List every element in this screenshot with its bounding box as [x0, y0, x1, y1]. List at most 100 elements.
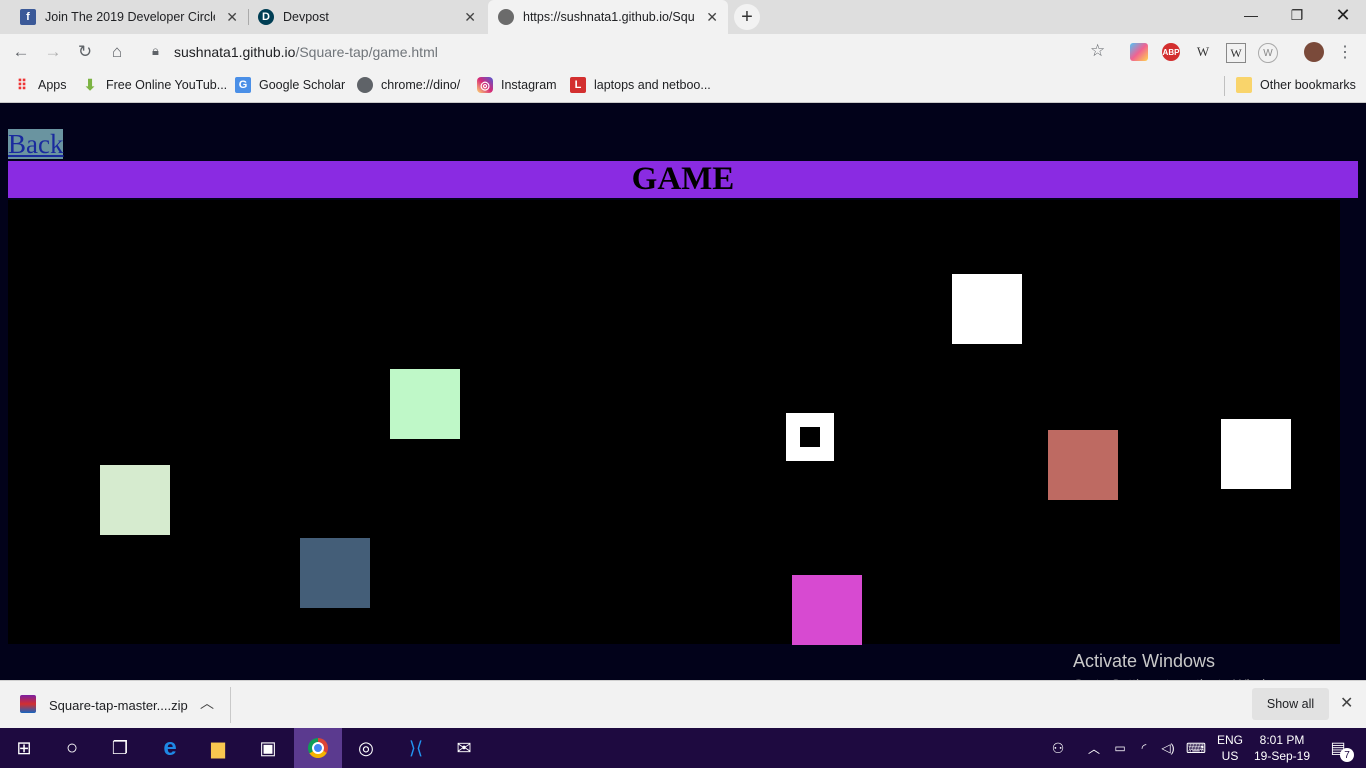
bookmark-label: Other bookmarks	[1260, 78, 1356, 92]
game-square[interactable]	[100, 465, 170, 535]
word-icon[interactable]: W	[1226, 43, 1246, 63]
bookmark-google-scholar[interactable]: G Google Scholar	[235, 76, 345, 94]
game-square[interactable]	[952, 274, 1022, 344]
globe-icon	[357, 77, 373, 93]
avatar[interactable]	[1304, 42, 1324, 62]
bookmark-label: Free Online YouTub...	[106, 78, 228, 92]
bookmark-label: Apps	[38, 78, 67, 92]
instagram-icon: ◎	[477, 77, 493, 93]
close-tab-icon[interactable]: ✕	[706, 9, 718, 26]
groove-music-icon[interactable]: ◎	[342, 728, 390, 768]
bookmark-label: Google Scholar	[259, 78, 346, 92]
facebook-icon: f	[20, 9, 36, 25]
windows-taskbar: ⊞ ○ ❐ e ▆ ▣ ◎ ⟩⟨ ✉ ⚇ ︿ ▭ ◜ ◁) ⌨ ENG US 8…	[0, 728, 1366, 768]
bookmark-label: Instagram	[501, 78, 557, 92]
home-icon[interactable]: ⌂	[104, 39, 130, 65]
url-host: sushnata1.github.io	[174, 44, 296, 60]
bookmark-youtube-dl[interactable]: ⬇ Free Online YouTub...	[82, 76, 227, 94]
game-square[interactable]	[300, 538, 370, 608]
download-filename[interactable]: Square-tap-master....zip	[49, 698, 188, 713]
lang-code: ENG	[1216, 733, 1243, 747]
close-tab-icon[interactable]: ✕	[464, 9, 476, 26]
tab-facebook[interactable]: f Join The 2019 Developer Circles C ✕	[12, 0, 248, 34]
forward-arrow-icon[interactable]: →	[40, 39, 66, 65]
volume-icon[interactable]: ◁)	[1156, 728, 1180, 768]
menu-kebab-icon[interactable]: ⋮	[1332, 39, 1358, 65]
minimize-icon[interactable]: —	[1228, 0, 1274, 30]
language-indicator[interactable]: ENG US	[1214, 732, 1246, 764]
chevron-up-icon[interactable]: ︿	[200, 693, 214, 713]
show-all-button[interactable]: Show all	[1252, 688, 1329, 720]
game-square[interactable]	[1048, 430, 1118, 500]
task-view-icon[interactable]: ❐	[96, 728, 144, 768]
activate-windows-title: Activate Windows	[1073, 651, 1216, 671]
wifi-icon[interactable]: ◜	[1132, 728, 1156, 768]
game-header: GAME	[8, 161, 1358, 198]
scholar-icon: G	[235, 77, 251, 93]
region-code: US	[1221, 749, 1239, 763]
player-core	[800, 427, 820, 447]
tab-active-game[interactable]: https://sushnata1.github.io/Squa ✕	[488, 0, 728, 34]
folder-icon	[1236, 77, 1252, 93]
edge-icon[interactable]: e	[146, 728, 194, 768]
clock-time: 8:01 PM	[1259, 733, 1305, 747]
bookmark-dino[interactable]: chrome://dino/	[357, 76, 460, 94]
adblock-plus-icon[interactable]: ABP	[1162, 43, 1180, 61]
bookmark-label: laptops and netboo...	[594, 78, 711, 92]
windows-start-icon[interactable]: ⊞	[0, 728, 48, 768]
bookmark-other[interactable]: Other bookmarks	[1236, 76, 1356, 94]
bookmark-instagram[interactable]: ◎ Instagram	[477, 76, 557, 94]
game-square[interactable]	[792, 575, 862, 645]
game-canvas[interactable]	[8, 200, 1340, 645]
back-link[interactable]: Back	[8, 129, 64, 159]
people-icon[interactable]: ⚇	[1040, 728, 1076, 768]
address-bar[interactable]: 🔒︎ sushnata1.github.io/Square-tap/game.h…	[140, 38, 1120, 66]
vscode-icon[interactable]: ⟩⟨	[392, 728, 440, 768]
abp-label: ABP	[1162, 47, 1180, 57]
store-icon[interactable]: ▣	[244, 728, 292, 768]
apps-grid-icon: ⠿	[16, 76, 28, 93]
new-tab-button[interactable]: +	[734, 4, 760, 30]
bookmark-apps[interactable]: ⠿ Apps	[14, 76, 67, 94]
file-explorer-icon[interactable]: ▆	[194, 728, 242, 768]
keyboard-icon[interactable]: ⌨	[1182, 728, 1210, 768]
game-square[interactable]	[1221, 419, 1291, 489]
bookmark-label: chrome://dino/	[381, 78, 461, 92]
reload-icon[interactable]: ↻	[72, 39, 98, 65]
archive-icon	[20, 695, 36, 713]
browser-toolbar: ← → ↻ ⌂ 🔒︎ sushnata1.github.io/Square-ta…	[0, 34, 1366, 70]
close-download-bar-icon[interactable]: ✕	[1340, 693, 1353, 713]
action-center-icon[interactable]: ▤ 7	[1318, 728, 1358, 768]
wikipedia-icon[interactable]: W	[1194, 43, 1212, 61]
search-icon[interactable]: ○	[48, 728, 96, 768]
chrome-icon[interactable]	[294, 728, 342, 768]
tab-title: Join The 2019 Developer Circles C	[45, 10, 215, 24]
bookmark-divider	[1224, 76, 1225, 96]
game-square[interactable]	[390, 369, 460, 439]
bookmarks-bar: ⠿ Apps ⬇ Free Online YouTub... G Google …	[0, 70, 1366, 103]
clock[interactable]: 8:01 PM 19-Sep-19	[1250, 732, 1314, 764]
restore-icon[interactable]: ❐	[1274, 0, 1320, 30]
bookmark-laptops[interactable]: L laptops and netboo...	[570, 76, 711, 94]
w-label: W	[1196, 44, 1210, 59]
url-path: /Square-tap/game.html	[295, 44, 438, 60]
wordpress-icon[interactable]: W	[1258, 43, 1278, 63]
game-title: GAME	[631, 161, 735, 197]
tab-strip: f Join The 2019 Developer Circles C ✕ D …	[0, 0, 1366, 34]
notification-count: 7	[1340, 748, 1354, 762]
close-tab-icon[interactable]: ✕	[226, 9, 238, 26]
lock-icon: 🔒︎	[152, 43, 159, 58]
tab-devpost[interactable]: D Devpost ✕	[250, 0, 486, 34]
chevron-up-icon[interactable]: ︿	[1082, 728, 1106, 768]
l-logo-icon: L	[570, 77, 586, 93]
battery-icon[interactable]: ▭	[1108, 728, 1132, 768]
w-label: W	[1263, 47, 1273, 59]
player-square[interactable]	[786, 413, 834, 461]
download-bar: Square-tap-master....zip ︿ Show all ✕	[0, 680, 1366, 729]
color-extension-icon[interactable]	[1130, 43, 1148, 61]
back-arrow-icon[interactable]: ←	[8, 39, 34, 65]
globe-icon	[498, 9, 514, 25]
bookmark-star-icon[interactable]: ☆	[1090, 41, 1105, 61]
mail-icon[interactable]: ✉	[440, 728, 488, 768]
close-window-icon[interactable]: ✕	[1320, 0, 1366, 30]
